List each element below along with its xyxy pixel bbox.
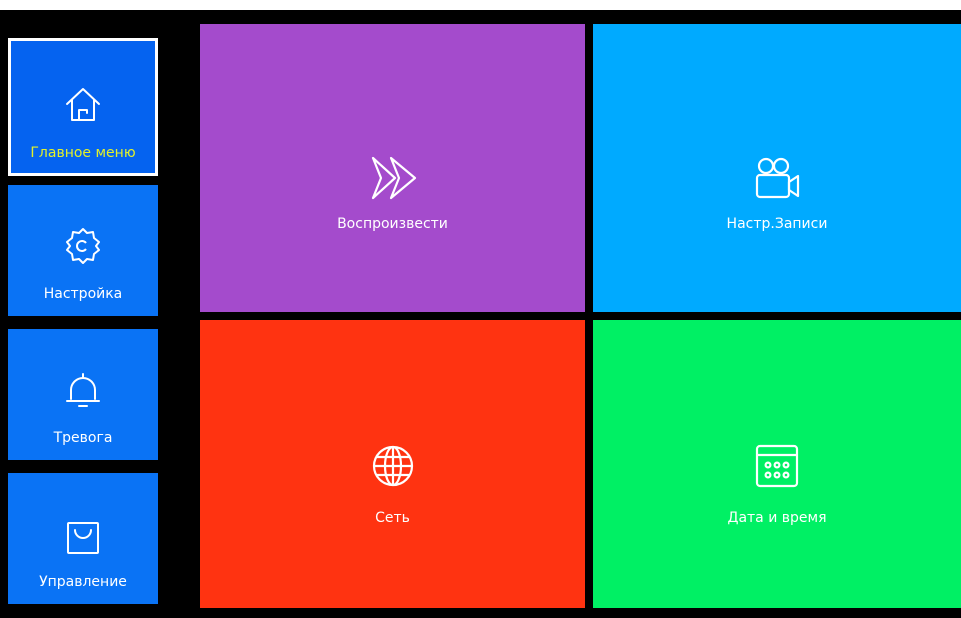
- tile-network[interactable]: Сеть: [200, 320, 585, 608]
- sidebar-item-label: Настройка: [43, 286, 123, 302]
- tile-label: Сеть: [375, 510, 410, 526]
- tile-label: Дата и время: [727, 510, 827, 526]
- sidebar-item-management[interactable]: Управление: [8, 473, 158, 604]
- main-menu-screen: Главное меню Настройка Тревога Управлени…: [0, 10, 961, 618]
- sidebar-item-label: Тревога: [53, 430, 113, 446]
- video-camera-icon: [751, 152, 803, 204]
- sidebar-item-main-menu[interactable]: Главное меню: [8, 38, 158, 176]
- tile-label: Воспроизвести: [337, 216, 448, 232]
- bag-icon: [62, 517, 104, 559]
- fast-forward-icon: [367, 152, 419, 204]
- tile-playback[interactable]: Воспроизвести: [200, 24, 585, 312]
- tile-record-settings[interactable]: Настр.Записи: [593, 24, 961, 312]
- tile-date-time[interactable]: Дата и время: [593, 320, 961, 608]
- sidebar-item-settings[interactable]: Настройка: [8, 185, 158, 316]
- sidebar-item-label: Управление: [39, 574, 127, 590]
- bell-icon: [62, 369, 104, 411]
- sidebar-item-label: Главное меню: [30, 145, 136, 161]
- tile-label: Настр.Записи: [726, 216, 828, 232]
- home-icon: [62, 83, 104, 125]
- gear-icon: [62, 225, 104, 267]
- globe-icon: [367, 440, 419, 492]
- sidebar-item-alarm[interactable]: Тревога: [8, 329, 158, 460]
- calendar-icon: [751, 440, 803, 492]
